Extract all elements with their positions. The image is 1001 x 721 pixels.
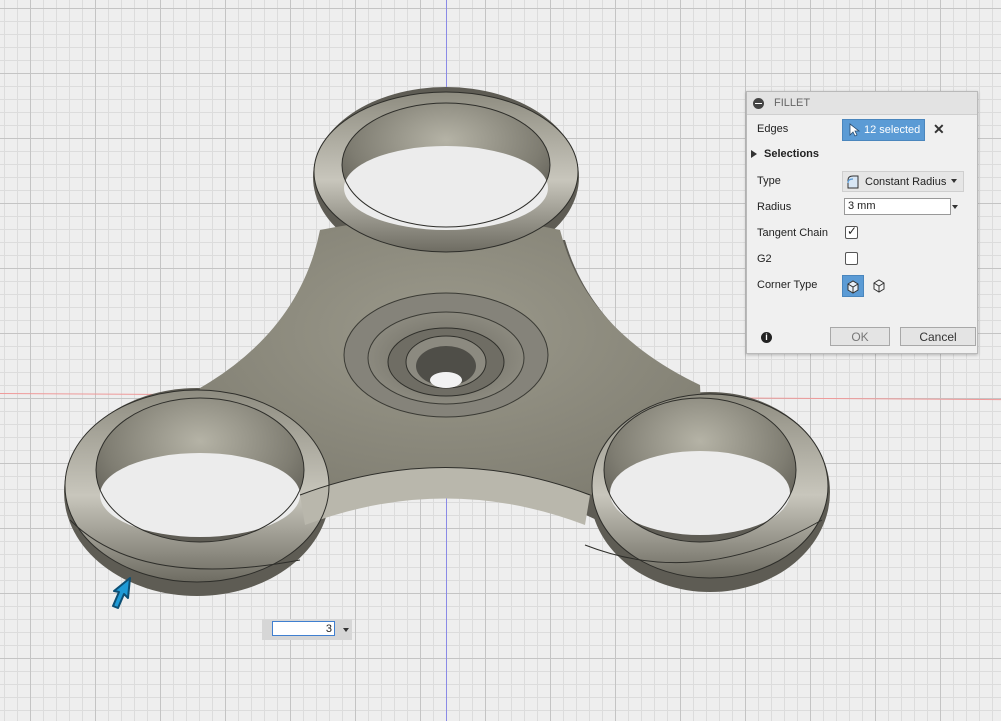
spinner-body xyxy=(64,87,830,596)
tangent-chain-row: Tangent Chain xyxy=(757,227,828,239)
ok-button[interactable]: OK xyxy=(830,327,890,346)
corner-type-rolling-ball-button[interactable] xyxy=(842,275,864,297)
fillet-dialog: FILLET Edges 12 selected ✕ Selections Ty… xyxy=(746,91,978,354)
selections-section[interactable]: Selections xyxy=(751,148,819,160)
g2-row: G2 xyxy=(757,253,772,265)
chevron-down-icon xyxy=(951,179,957,183)
type-dropdown[interactable]: Constant Radius xyxy=(842,171,964,192)
type-row: Type xyxy=(757,175,781,187)
tangent-chain-label: Tangent Chain xyxy=(757,227,828,239)
check-icon: ✓ xyxy=(847,224,858,238)
collapse-icon[interactable] xyxy=(753,97,764,109)
tangent-chain-checkbox[interactable]: ✓ xyxy=(845,224,858,239)
corner-type-label: Corner Type xyxy=(757,279,818,291)
corner-type-row: Corner Type xyxy=(757,279,817,291)
g2-label: G2 xyxy=(757,253,772,265)
edges-label: Edges xyxy=(757,123,789,135)
radius-dropdown-arrow-icon[interactable] xyxy=(952,205,958,209)
radius-label: Radius xyxy=(757,201,792,213)
corner-type-setback-button[interactable] xyxy=(869,275,889,295)
dialog-header: FILLET xyxy=(747,92,977,115)
selections-label: Selections xyxy=(764,148,820,160)
setback-corner-icon xyxy=(873,279,885,293)
edges-row: Edges xyxy=(757,123,788,135)
radius-value-input[interactable]: 3 xyxy=(272,621,335,636)
drag-handle-arrow-icon[interactable] xyxy=(108,574,138,610)
type-value: Constant Radius xyxy=(865,175,947,188)
edges-selection-button[interactable]: 12 selected xyxy=(842,119,925,141)
edges-selection-value: 12 selected xyxy=(864,124,921,136)
cancel-button[interactable]: Cancel xyxy=(900,327,976,346)
info-icon[interactable]: i xyxy=(761,332,772,343)
type-label: Type xyxy=(757,175,781,187)
dialog-title: FILLET xyxy=(774,97,811,109)
expand-triangle-icon xyxy=(751,150,757,158)
radius-input[interactable]: 3 mm xyxy=(844,198,951,215)
g2-checkbox[interactable] xyxy=(845,252,858,265)
cursor-arrow-icon xyxy=(849,123,861,137)
value-dropdown-arrow-icon[interactable] xyxy=(343,628,349,632)
radius-row: Radius xyxy=(757,201,791,213)
clear-selection-icon[interactable]: ✕ xyxy=(933,121,945,138)
constant-radius-icon xyxy=(847,175,859,188)
rolling-ball-corner-icon xyxy=(847,280,859,294)
radius-value-box: 3 xyxy=(262,619,352,640)
